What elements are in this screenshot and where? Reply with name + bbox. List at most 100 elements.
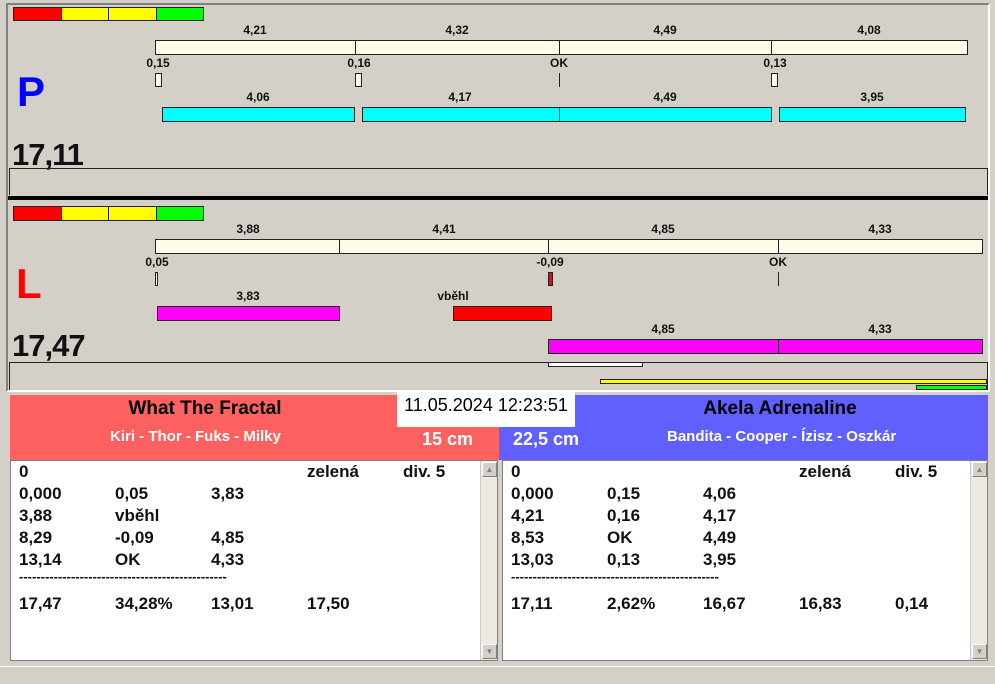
run-label: 4,17 <box>448 90 472 104</box>
status-bar <box>0 666 995 684</box>
right-team-name: Akela Adrenaline <box>703 398 857 419</box>
result-cell: 0,15 <box>607 484 641 503</box>
run-bar <box>157 306 340 321</box>
result-cell: 3,88 <box>19 506 53 525</box>
total-time-l: 17,47 <box>12 328 86 363</box>
split-bar <box>155 40 356 55</box>
reaction-label: 0,05 <box>145 255 169 269</box>
scroll-down-button[interactable]: ▼ <box>482 644 497 659</box>
result-cell: vběhl <box>115 506 160 525</box>
split-bar <box>778 239 983 254</box>
scroll-up-button[interactable]: ▲ <box>972 462 987 477</box>
result-cell: 4,49 <box>703 528 737 547</box>
scrollbar[interactable]: ▲ ▼ <box>970 461 987 660</box>
result-cell: 0,000 <box>19 484 62 503</box>
result-cell: 13,01 <box>211 594 254 613</box>
reaction-label: OK <box>769 255 787 269</box>
reaction-marker <box>155 73 162 87</box>
progress-box <box>9 168 988 195</box>
run-label: 4,85 <box>651 322 675 336</box>
side-label-l: L <box>16 260 42 307</box>
split-bar <box>771 40 968 55</box>
scroll-up-button[interactable]: ▲ <box>482 462 497 477</box>
result-cell: 34,28% <box>115 594 173 613</box>
result-cell: 3,95 <box>703 550 737 569</box>
separator-line: ----------------------------------------… <box>19 569 227 584</box>
result-cell: 4,33 <box>211 550 245 569</box>
lane-divider <box>8 196 988 200</box>
scroll-down-button[interactable]: ▼ <box>972 644 987 659</box>
split-bar <box>339 239 549 254</box>
result-cell: 17,11 <box>511 594 553 613</box>
side-label-p: P <box>17 68 46 115</box>
result-cell: 16,83 <box>799 594 842 613</box>
run-bar-fault <box>453 306 552 321</box>
run-label: 4,33 <box>868 322 892 336</box>
split-label: 3,88 <box>236 222 260 236</box>
left-results-list[interactable]: 0 zelená div. 5 0,000 0,05 3,83 3,88 vběhl 8,29 -… <box>10 460 498 661</box>
color-scale <box>13 7 204 21</box>
result-cell: OK <box>115 550 141 569</box>
result-cell: 4,85 <box>211 528 245 547</box>
reaction-label: 0,16 <box>347 56 371 70</box>
reaction-label: -0,09 <box>536 255 564 269</box>
progress-white <box>548 362 643 367</box>
split-bar <box>548 239 779 254</box>
result-cell: 13,14 <box>19 550 62 569</box>
result-cell: 0,05 <box>115 484 149 503</box>
split-bar <box>355 40 560 55</box>
result-cell: div. 5 <box>403 462 446 481</box>
split-bar <box>559 40 772 55</box>
result-cell: 4,17 <box>703 506 737 525</box>
result-cell: 13,03 <box>511 550 554 569</box>
right-results-list[interactable]: 0 zelená div. 5 0,000 0,15 4,06 4,21 0,16 4,17 8,… <box>502 460 988 661</box>
result-cell: 0,13 <box>607 550 641 569</box>
reaction-marker <box>355 73 362 87</box>
result-cell: 3,83 <box>211 484 245 503</box>
split-label: 4,49 <box>653 23 677 37</box>
result-cell: 4,06 <box>703 484 737 503</box>
reaction-marker <box>559 73 560 87</box>
split-label: 4,08 <box>857 23 881 37</box>
reaction-marker <box>155 272 158 286</box>
reaction-marker <box>778 272 779 286</box>
result-cell: 0,14 <box>895 594 929 613</box>
result-cell: zelená <box>307 462 359 481</box>
progress-box <box>9 362 988 390</box>
split-bar <box>155 239 340 254</box>
result-cell: 0 <box>19 462 29 481</box>
result-cell: 17,47 <box>19 594 62 613</box>
result-cell: 17,50 <box>307 594 350 613</box>
scrollbar[interactable]: ▲ ▼ <box>480 461 497 660</box>
timestamp: 11.05.2024 12:23:51 <box>397 392 575 427</box>
reaction-label: 0,15 <box>146 56 170 70</box>
result-cell: 16,67 <box>703 594 746 613</box>
result-cell: 2,62% <box>607 594 656 613</box>
left-team-dogs: Kiri - Thor - Fuks - Milky <box>110 428 281 445</box>
run-label: 4,49 <box>653 90 677 104</box>
run-bar <box>362 107 560 122</box>
progress-yellow <box>600 379 987 384</box>
result-cell: 8,29 <box>19 528 53 547</box>
reaction-label: 0,13 <box>763 56 787 70</box>
split-label: 4,33 <box>868 222 892 236</box>
result-cell: 8,53 <box>511 528 545 547</box>
run-label: vběhl <box>437 289 469 303</box>
run-bar <box>779 107 966 122</box>
left-team-name: What The Fractal <box>128 398 282 419</box>
run-label: 4,06 <box>246 90 270 104</box>
run-bar <box>548 339 779 354</box>
reaction-marker <box>771 73 778 87</box>
separator-line: ----------------------------------------… <box>511 569 719 584</box>
split-label: 4,85 <box>651 222 675 236</box>
run-bar <box>778 339 983 354</box>
right-team-dogs: Bandita - Cooper - Ízisz - Oszkár <box>667 428 897 445</box>
result-cell: div. 5 <box>895 462 938 481</box>
reaction-label: OK <box>550 56 568 70</box>
run-bar <box>162 107 355 122</box>
split-label: 4,21 <box>243 23 267 37</box>
reaction-marker <box>548 272 553 286</box>
result-cell: 4,21 <box>511 506 545 525</box>
result-cell: -0,09 <box>115 528 154 547</box>
progress-green <box>916 385 987 390</box>
